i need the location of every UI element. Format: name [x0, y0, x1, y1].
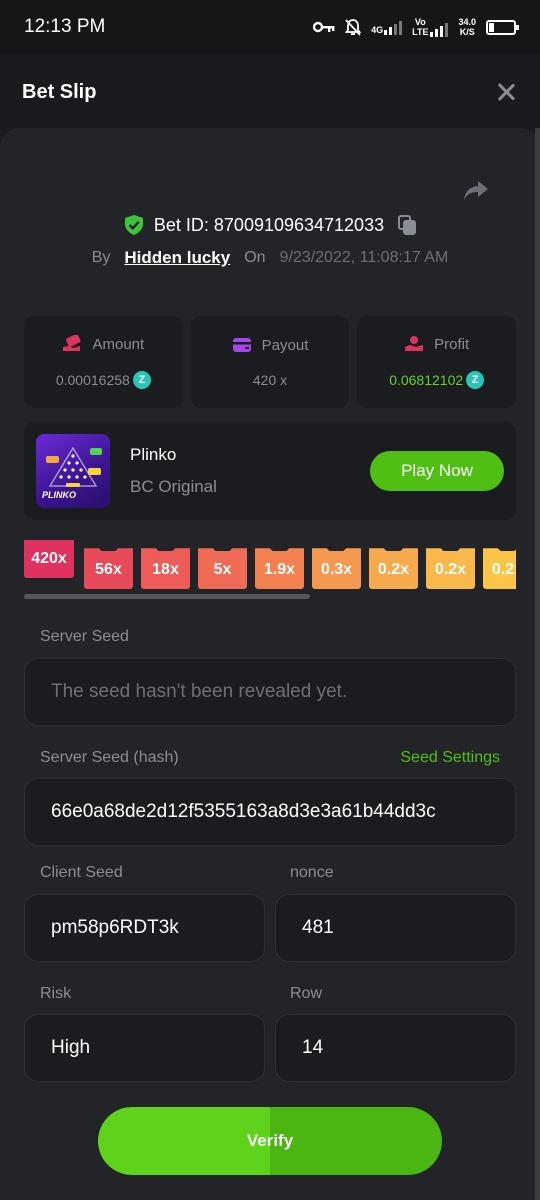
multiplier-chip: 18x	[141, 551, 190, 589]
status-time: 12:13 PM	[24, 16, 106, 37]
bet-slip-header: Bet Slip	[0, 54, 540, 130]
coin-icon: Z	[466, 371, 485, 389]
network-speed: 34.0 K/S	[458, 17, 476, 37]
card-icon	[232, 338, 251, 352]
page-title: Bet Slip	[22, 80, 97, 103]
stat-label: Amount	[92, 335, 145, 353]
scrollbar[interactable]	[535, 128, 540, 1200]
verify-button[interactable]: Verify	[98, 1107, 442, 1175]
stat-amount: Amount 0.00016258 Z	[24, 316, 183, 408]
user-link[interactable]: Hidden lucky	[124, 248, 230, 268]
risk-label: Risk	[40, 985, 72, 1002]
multiplier-strip[interactable]: 420x56x18x5x1.9x0.3x0.2x0.2x0.2x	[24, 540, 516, 600]
multiplier-chip: 0.2x	[426, 551, 475, 589]
stat-profit: Profit 0.06812102 Z	[357, 316, 517, 408]
stat-value: 0.06812102	[389, 372, 464, 388]
server-hash-label: Server Seed (hash)	[40, 749, 179, 766]
seed-settings-link[interactable]: Seed Settings	[400, 749, 500, 767]
server-hash-field[interactable]: 66e0a68de2d12f5355163a8d3e3a61b44dd3c	[24, 778, 516, 846]
coin-icon: Z	[132, 371, 151, 389]
bet-stats: Amount 0.00016258 Z Payout 420 x Profit	[24, 316, 517, 408]
close-icon[interactable]	[494, 80, 518, 104]
multiplier-chip: 0.2x	[369, 551, 418, 589]
battery-icon	[486, 19, 519, 35]
bet-by-row: By Hidden lucky On 9/23/2022, 11:08:17 A…	[0, 248, 540, 268]
risk-field[interactable]: High	[24, 1014, 265, 1082]
bet-id-row: Bet ID: 87009109634712033	[0, 214, 540, 236]
nonce-field[interactable]: 481	[275, 894, 516, 962]
copy-icon[interactable]	[398, 215, 417, 235]
multiplier-scrollbar[interactable]	[24, 594, 516, 599]
row-field[interactable]: 14	[275, 1014, 516, 1082]
stat-value: 0.00016258	[55, 372, 130, 388]
game-card: PLINKO Plinko BC Original Play Now	[24, 422, 516, 520]
network-type-label: 4G	[371, 25, 384, 35]
game-name: Plinko	[130, 445, 177, 464]
multiplier-chip: 0.3x	[312, 551, 361, 589]
stat-payout: Payout 420 x	[190, 316, 350, 408]
bet-date: 9/23/2022, 11:08:17 AM	[279, 249, 449, 266]
signal-strength-icon	[384, 19, 403, 35]
multiplier-chip: 56x	[84, 551, 133, 589]
multiplier-chip: 0.2x	[483, 551, 516, 589]
volte-label: Vo LTE	[412, 17, 429, 37]
profit-hand-icon	[405, 336, 424, 351]
row-label: Row	[290, 985, 323, 1002]
multiplier-scroll-thumb[interactable]	[24, 594, 310, 599]
by-label: By	[91, 249, 111, 266]
client-seed-field[interactable]: pm58p6RDT3k	[24, 894, 265, 962]
plinko-thumb-text: PLINKO	[42, 490, 77, 500]
bet-id: Bet ID: 87009109634712033	[153, 214, 385, 235]
status-bar: 12:13 PM 4G Vo LTE 34.0 K/S	[0, 0, 540, 54]
multiplier-chip-active: 420x	[24, 540, 74, 578]
nonce-label: nonce	[290, 864, 334, 881]
stat-label: Profit	[434, 335, 470, 353]
plinko-thumbnail[interactable]: PLINKO	[36, 434, 110, 508]
stat-label: Payout	[261, 336, 309, 354]
client-seed-label: Client Seed	[40, 864, 123, 881]
status-icons: 4G Vo LTE 34.0 K/S	[313, 17, 519, 37]
server-seed-field[interactable]: The seed hasn't been revealed yet.	[24, 658, 516, 726]
share-icon[interactable]	[462, 176, 490, 204]
game-provider: BC Original	[130, 477, 217, 496]
wallet-hand-icon	[63, 335, 81, 351]
signal-strength-icon-2	[430, 21, 449, 37]
play-now-button[interactable]: Play Now	[370, 451, 504, 491]
multiplier-chip: 1.9x	[255, 551, 304, 589]
on-label: On	[244, 249, 266, 266]
server-seed-label: Server Seed	[40, 628, 129, 645]
vpn-key-icon	[313, 21, 335, 33]
multiplier-chip: 5x	[198, 551, 247, 589]
stat-value: 420 x	[252, 371, 288, 388]
notifications-off-icon	[345, 18, 362, 36]
shield-check-icon	[124, 215, 143, 235]
